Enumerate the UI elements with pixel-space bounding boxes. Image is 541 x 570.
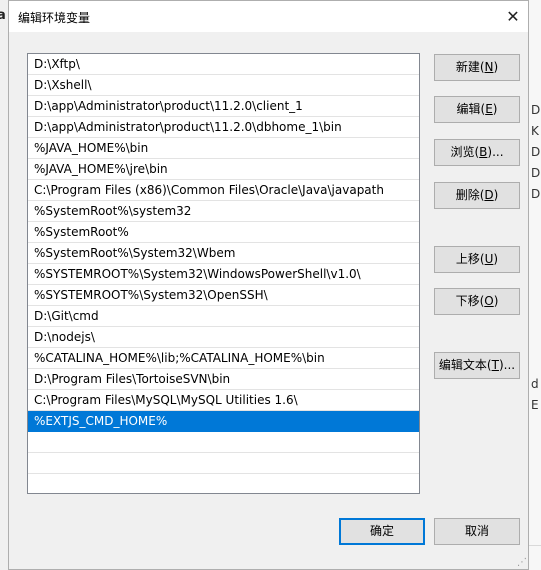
list-empty-row[interactable]: . <box>28 432 419 453</box>
list-item[interactable]: %SYSTEMROOT%\System32\OpenSSH\ <box>28 285 419 306</box>
move-down-button-label: 下移( <box>455 294 485 308</box>
list-item[interactable]: %CATALINA_HOME%\lib;%CATALINA_HOME%\bin <box>28 348 419 369</box>
edit-button-label: 编辑( <box>456 102 486 116</box>
background-fragment: D <box>531 103 541 117</box>
list-item[interactable]: D:\app\Administrator\product\11.2.0\clie… <box>28 96 419 117</box>
move-up-button-label: 上移( <box>455 252 485 266</box>
edit-text-button[interactable]: 编辑文本(T)... <box>434 352 520 379</box>
list-item[interactable]: D:\Xftp\ <box>28 54 419 75</box>
list-item[interactable]: %SystemRoot%\System32\Wbem <box>28 243 419 264</box>
cancel-button[interactable]: 取消 <box>434 518 520 545</box>
resize-grip-icon[interactable]: ⋰ <box>517 557 527 568</box>
delete-button[interactable]: 删除(D) <box>434 182 520 209</box>
move-down-button[interactable]: 下移(O) <box>434 288 520 315</box>
edit-text-button-label-end: )... <box>498 358 516 372</box>
list-item[interactable]: D:\Program Files\TortoiseSVN\bin <box>28 369 419 390</box>
move-down-button-accesskey: O <box>484 294 494 308</box>
ok-button[interactable]: 确定 <box>339 518 425 545</box>
background-window-right: D K D D D d E <box>529 0 541 570</box>
list-empty-row[interactable]: . <box>28 453 419 474</box>
close-icon[interactable]: ✕ <box>498 1 528 32</box>
new-button-label-end: ) <box>493 60 499 74</box>
move-down-button-label-end: ) <box>493 294 499 308</box>
background-fragment: D <box>531 166 541 180</box>
list-item-selected[interactable]: %EXTJS_CMD_HOME% <box>28 411 419 432</box>
list-item[interactable]: C:\Program Files (x86)\Common Files\Orac… <box>28 180 419 201</box>
ok-button-label: 确定 <box>369 524 394 538</box>
browse-button-label: 浏览( <box>450 145 480 159</box>
delete-button-label: 删除( <box>455 188 485 202</box>
edit-button-accesskey: E <box>485 102 493 116</box>
list-item[interactable]: %JAVA_HOME%\jre\bin <box>28 159 419 180</box>
list-item[interactable]: %SystemRoot%\system32 <box>28 201 419 222</box>
edit-button-label-end: ) <box>492 102 498 116</box>
background-fragment: d <box>531 377 539 391</box>
list-item[interactable]: %SYSTEMROOT%\System32\WindowsPowerShell\… <box>28 264 419 285</box>
move-up-button-label-end: ) <box>493 252 499 266</box>
background-fragment: E <box>531 398 539 412</box>
background-divider <box>529 545 541 546</box>
list-item[interactable]: D:\nodejs\ <box>28 327 419 348</box>
background-window-text: a <box>0 8 6 23</box>
browse-button-label-end: )... <box>487 145 504 159</box>
list-item[interactable]: D:\app\Administrator\product\11.2.0\dbho… <box>28 117 419 138</box>
list-item[interactable]: %JAVA_HOME%\bin <box>28 138 419 159</box>
edit-text-button-accesskey: T <box>491 358 499 372</box>
path-entries-list[interactable]: D:\Xftp\ D:\Xshell\ D:\app\Administrator\p… <box>27 53 420 494</box>
edit-text-button-label: 编辑文本( <box>438 358 492 372</box>
delete-button-label-end: ) <box>493 188 499 202</box>
list-item[interactable]: D:\Git\cmd <box>28 306 419 327</box>
dialog-title: 编辑环境变量 <box>18 11 91 25</box>
list-item[interactable]: C:\Program Files\MySQL\MySQL Utilities 1… <box>28 390 419 411</box>
background-fragment: D <box>531 145 541 159</box>
list-item[interactable]: %SystemRoot% <box>28 222 419 243</box>
move-up-button[interactable]: 上移(U) <box>434 246 520 273</box>
background-fragment: D <box>531 187 541 201</box>
cancel-button-label: 取消 <box>464 524 489 538</box>
edit-env-variable-dialog: 编辑环境变量 ✕ D:\Xftp\ D:\Xshell\ D:\app\Admini… <box>8 0 529 570</box>
new-button-label: 新建( <box>455 60 485 74</box>
delete-button-accesskey: D <box>484 188 494 202</box>
browse-button[interactable]: 浏览(B)... <box>434 139 520 166</box>
edit-button[interactable]: 编辑(E) <box>434 96 520 123</box>
title-bar[interactable]: 编辑环境变量 ✕ <box>9 1 528 32</box>
list-item[interactable]: D:\Xshell\ <box>28 75 419 96</box>
new-button[interactable]: 新建(N) <box>434 54 520 81</box>
background-fragment: K <box>531 124 539 138</box>
